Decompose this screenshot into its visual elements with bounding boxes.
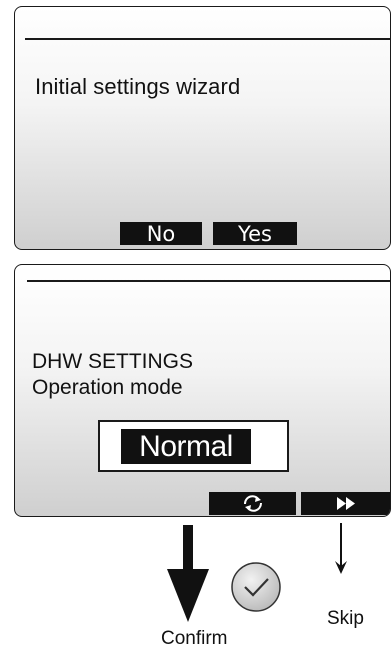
wizard-message: Initial settings wizard	[35, 74, 241, 99]
checkmark-circle-icon	[231, 562, 281, 612]
confirm-label: Confirm	[161, 628, 228, 649]
settings-subtitle: Operation mode	[32, 376, 183, 399]
header-divider	[25, 38, 390, 40]
header-divider	[27, 280, 390, 282]
thin-down-arrow-icon	[335, 523, 347, 574]
skip-button[interactable]	[301, 492, 390, 515]
no-button[interactable]: No	[120, 222, 202, 246]
operation-mode-value: Normal	[121, 429, 251, 464]
wizard-screen: Initial settings wizard No Yes	[14, 6, 391, 250]
fast-forward-icon	[337, 497, 355, 510]
down-arrow-icon	[167, 525, 209, 622]
dhw-settings-screen: DHW SETTINGS Operation mode Normal	[14, 264, 391, 517]
toggle-mode-button[interactable]	[209, 492, 296, 515]
yes-button[interactable]: Yes	[213, 222, 297, 246]
settings-title: DHW SETTINGS	[32, 350, 193, 373]
cycle-arrows-icon	[243, 495, 263, 512]
operation-mode-selector[interactable]: Normal	[98, 420, 289, 472]
skip-label: Skip	[327, 608, 364, 629]
